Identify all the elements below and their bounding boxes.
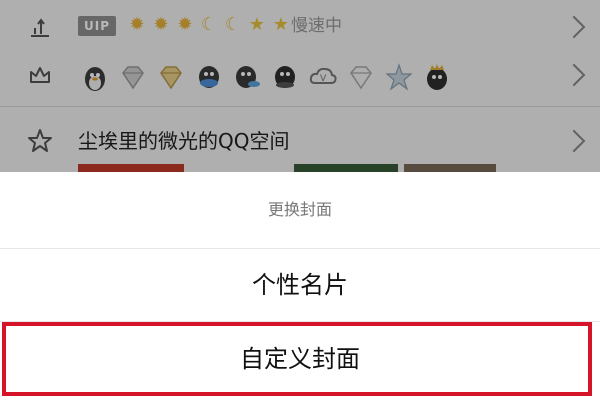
action-sheet-title: 更换封面 <box>267 200 332 219</box>
cover-action-sheet: 更换封面 个性名片 自定义封面 <box>0 172 600 400</box>
personal-card-option[interactable]: 个性名片 <box>0 249 600 321</box>
custom-cover-option[interactable]: 自定义封面 <box>0 322 600 396</box>
